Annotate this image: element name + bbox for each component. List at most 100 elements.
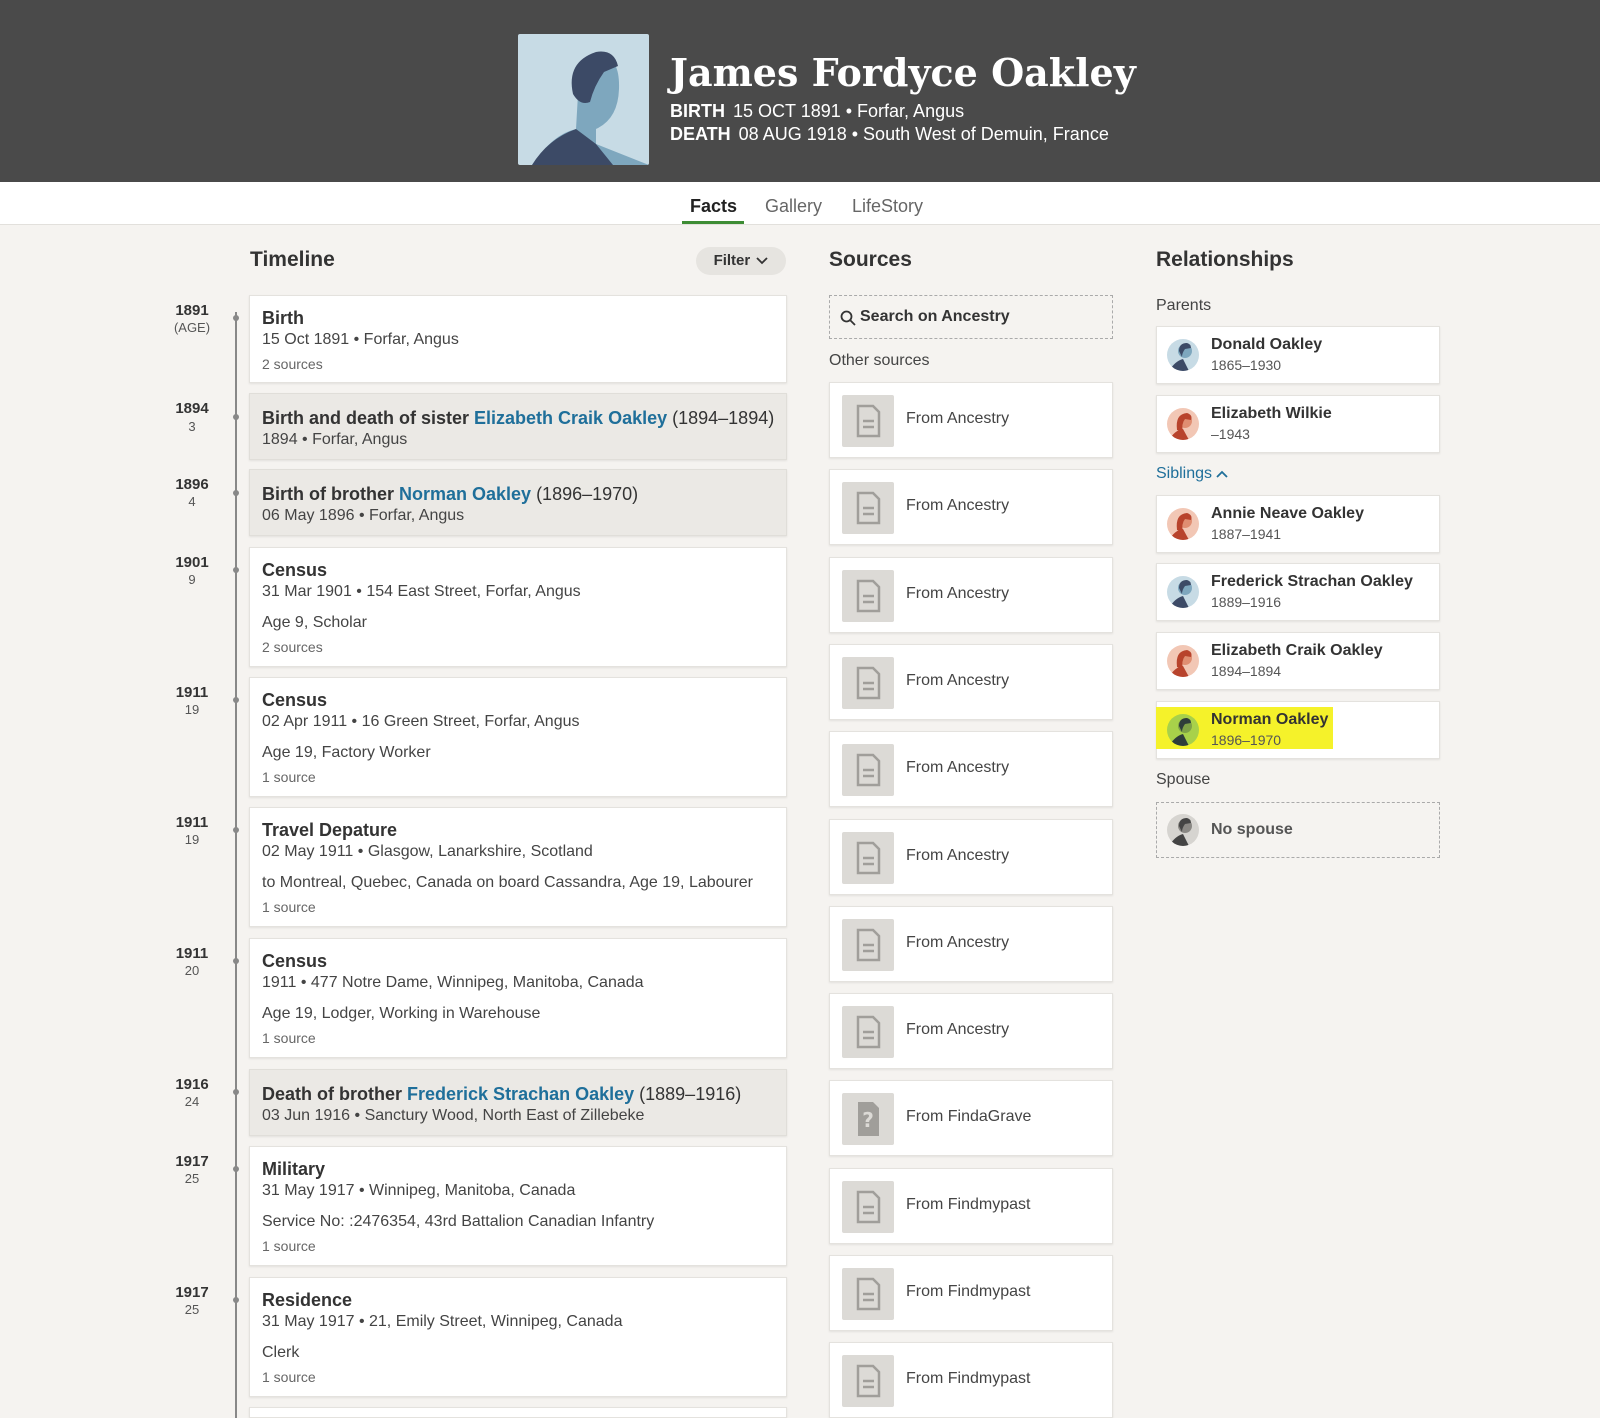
relative-years: –1943 bbox=[1211, 426, 1250, 442]
source-card[interactable]: From Ancestry bbox=[829, 469, 1113, 546]
relative-link[interactable]: Norman Oakley bbox=[399, 484, 531, 504]
event-sources[interactable]: 1 source bbox=[262, 899, 316, 915]
sibling-card[interactable]: Frederick Strachan Oakley 1889–1916 bbox=[1156, 563, 1440, 621]
source-label: From Ancestry bbox=[906, 759, 1010, 777]
search-ancestry-label: Search on Ancestry bbox=[860, 308, 1010, 325]
filter-button[interactable]: Filter bbox=[696, 247, 786, 275]
relative-years: 1887–1941 bbox=[1211, 526, 1282, 542]
event-sources[interactable]: 1 source bbox=[262, 1238, 316, 1254]
source-label: From FindaGrave bbox=[906, 1108, 1032, 1126]
relative-years: (1894–1894) bbox=[667, 408, 775, 428]
source-label: From Findmypast bbox=[906, 1283, 1031, 1300]
timeline-event-birth[interactable]: Birth 15 Oct 1891 • Forfar, Angus 2 sour… bbox=[249, 295, 787, 383]
event-title-text: Death of brother bbox=[262, 1084, 408, 1104]
parents-label: Parents bbox=[1156, 297, 1212, 314]
search-ancestry-button[interactable]: Search on Ancestry bbox=[829, 295, 1113, 339]
event-sources[interactable]: 2 sources bbox=[262, 639, 323, 655]
sibling-card-highlighted[interactable]: Norman Oakley 1896–1970 bbox=[1156, 701, 1440, 759]
male-avatar-icon bbox=[1167, 714, 1199, 746]
document-icon bbox=[842, 831, 894, 884]
source-card[interactable]: From Ancestry bbox=[829, 818, 1113, 895]
timeline-event-census-winnipeg[interactable]: Census 1911 • 477 Notre Dame, Winnipeg, … bbox=[249, 938, 787, 1058]
death-value: 08 AUG 1918 • South West of Demuin, Fran… bbox=[738, 124, 1109, 144]
event-title-text: Birth of brother bbox=[262, 484, 399, 504]
timeline-year: 1901 bbox=[175, 554, 209, 571]
event-sources[interactable]: 1 source bbox=[262, 1030, 316, 1046]
event-sources[interactable]: 1 source bbox=[262, 1369, 316, 1385]
tab-bar: Facts Gallery LifeStory bbox=[0, 182, 1600, 225]
siblings-toggle[interactable]: Siblings bbox=[1156, 465, 1229, 483]
event-date-place: 1911 • 477 Notre Dame, Winnipeg, Manitob… bbox=[262, 974, 644, 991]
document-icon bbox=[842, 656, 894, 709]
source-card[interactable]: From Ancestry bbox=[829, 993, 1113, 1070]
timeline-event-sister-birth-death[interactable]: Birth and death of sister Elizabeth Crai… bbox=[249, 393, 787, 460]
timeline-event-census-1901[interactable]: Census 31 Mar 1901 • 154 East Street, Fo… bbox=[249, 547, 787, 667]
timeline-year: 1891 bbox=[175, 302, 209, 319]
profile-avatar[interactable] bbox=[518, 34, 649, 165]
add-spouse-card[interactable]: No spouse bbox=[1156, 802, 1440, 858]
timeline-event-brother-birth[interactable]: Birth of brother Norman Oakley (1896–197… bbox=[249, 469, 787, 536]
relative-link[interactable]: Elizabeth Craik Oakley bbox=[474, 408, 667, 428]
event-date-place: 02 Apr 1911 • 16 Green Street, Forfar, A… bbox=[262, 713, 580, 730]
tab-lifestory[interactable]: LifeStory bbox=[852, 196, 923, 217]
timeline-event-next[interactable] bbox=[249, 1407, 787, 1418]
relative-link[interactable]: Frederick Strachan Oakley bbox=[407, 1084, 634, 1104]
timeline-event-travel[interactable]: Travel Depature 02 May 1911 • Glasgow, L… bbox=[249, 807, 787, 927]
source-card[interactable]: From Ancestry bbox=[829, 731, 1113, 808]
timeline-age: 25 bbox=[184, 1302, 200, 1317]
event-sources[interactable]: 2 sources bbox=[262, 356, 323, 372]
event-description: Age 19, Lodger, Working in Warehouse bbox=[262, 1005, 541, 1022]
tab-facts[interactable]: Facts bbox=[690, 196, 737, 217]
event-title: Birth and death of sister Elizabeth Crai… bbox=[262, 408, 774, 429]
relative-name: Elizabeth Craik Oakley bbox=[1211, 642, 1383, 659]
tab-gallery[interactable]: Gallery bbox=[765, 196, 822, 217]
event-date-place: 31 May 1917 • 21, Emily Street, Winnipeg… bbox=[262, 1313, 623, 1330]
timeline-dot bbox=[233, 414, 239, 420]
relative-name: Elizabeth Wilkie bbox=[1211, 405, 1332, 422]
timeline-year: 1917 bbox=[175, 1284, 209, 1301]
timeline-event-census-1911[interactable]: Census 02 Apr 1911 • 16 Green Street, Fo… bbox=[249, 677, 787, 797]
source-card[interactable]: From Findmypast bbox=[829, 1342, 1113, 1418]
timeline-dot bbox=[233, 315, 239, 321]
birth-label: BIRTH bbox=[670, 101, 725, 121]
timeline-dot bbox=[233, 958, 239, 964]
event-title: Birth of brother Norman Oakley (1896–197… bbox=[262, 484, 638, 505]
event-title: Census bbox=[262, 690, 328, 710]
spouse-label: Spouse bbox=[1156, 771, 1211, 788]
document-icon bbox=[842, 1268, 894, 1320]
source-card[interactable]: From Ancestry bbox=[829, 905, 1113, 982]
relative-name: Annie Neave Oakley bbox=[1211, 505, 1364, 522]
document-icon bbox=[842, 569, 894, 622]
source-card[interactable]: From Findmypast bbox=[829, 1255, 1113, 1331]
search-icon bbox=[840, 310, 856, 326]
source-card[interactable]: From Ancestry bbox=[829, 643, 1113, 720]
parent-card[interactable]: Elizabeth Wilkie –1943 bbox=[1156, 395, 1440, 453]
sibling-card[interactable]: Elizabeth Craik Oakley 1894–1894 bbox=[1156, 632, 1440, 690]
timeline-dot bbox=[233, 827, 239, 833]
timeline-event-brother-death[interactable]: Death of brother Frederick Strachan Oakl… bbox=[249, 1069, 787, 1136]
source-label: From Ancestry bbox=[906, 933, 1010, 951]
timeline-dot bbox=[233, 1297, 239, 1303]
source-card[interactable]: ? From FindaGrave bbox=[829, 1080, 1113, 1157]
document-icon bbox=[842, 744, 894, 797]
question-icon: ? bbox=[842, 1093, 894, 1146]
document-icon bbox=[842, 482, 894, 535]
source-card[interactable]: From Ancestry bbox=[829, 382, 1113, 458]
source-card[interactable]: From Findmypast bbox=[829, 1167, 1113, 1244]
timeline-event-military[interactable]: Military 31 May 1917 • Winnipeg, Manitob… bbox=[249, 1146, 787, 1266]
sibling-card[interactable]: Annie Neave Oakley 1887–1941 bbox=[1156, 495, 1440, 553]
birth-value: 15 OCT 1891 • Forfar, Angus bbox=[733, 101, 965, 121]
timeline-event-residence[interactable]: Residence 31 May 1917 • 21, Emily Street… bbox=[249, 1277, 787, 1397]
timeline-dot bbox=[233, 1166, 239, 1172]
female-avatar-icon bbox=[1167, 645, 1199, 677]
event-date-place: 06 May 1896 • Forfar, Angus bbox=[262, 507, 465, 524]
relative-years: 1896–1970 bbox=[1211, 732, 1282, 748]
timeline-year: 1916 bbox=[175, 1076, 209, 1093]
event-date-place: 03 Jun 1916 • Sanctury Wood, North East … bbox=[262, 1107, 645, 1124]
parent-card[interactable]: Donald Oakley 1865–1930 bbox=[1156, 326, 1440, 384]
event-title: Travel Depature bbox=[262, 820, 398, 840]
event-sources[interactable]: 1 source bbox=[262, 769, 316, 785]
source-card[interactable]: From Ancestry bbox=[829, 556, 1113, 633]
sources-title: Sources bbox=[829, 248, 912, 271]
person-silhouette-icon bbox=[532, 51, 649, 165]
